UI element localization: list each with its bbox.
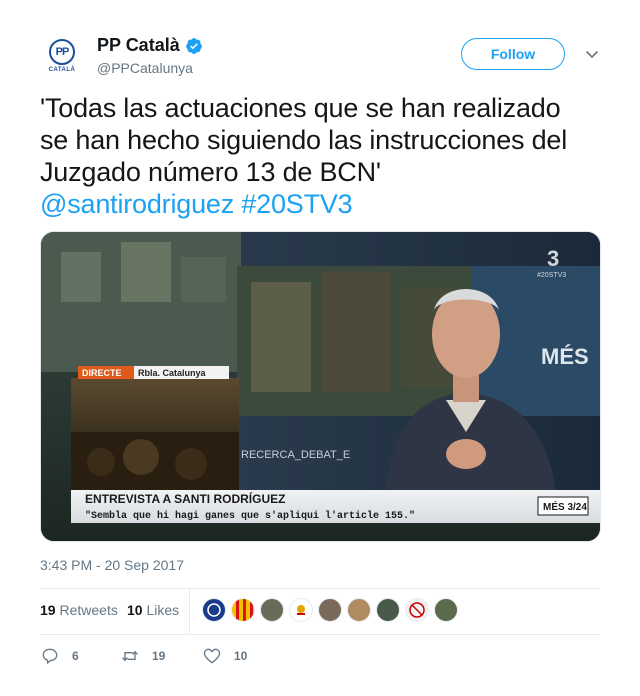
tweet-text-line: Juzgado número 13 de BCN' bbox=[40, 157, 381, 187]
heart-flag-icon bbox=[297, 605, 305, 615]
channel-tag: #20STV3 bbox=[537, 272, 566, 279]
reply-count: 6 bbox=[72, 649, 79, 663]
like-action[interactable]: 10 bbox=[202, 646, 247, 666]
like-count: 10 bbox=[234, 649, 248, 663]
reply-icon bbox=[42, 648, 58, 664]
tweet-stats: 19 Retweets 10 Likes bbox=[40, 588, 600, 634]
live-location: Rbla. Catalunya bbox=[138, 368, 207, 378]
stats-separator bbox=[189, 588, 190, 634]
mention-link[interactable]: @santirodriguez bbox=[40, 189, 234, 219]
likers-avatars bbox=[202, 598, 463, 624]
retweets-count: 19 bbox=[40, 602, 56, 618]
liker-avatar[interactable] bbox=[434, 598, 458, 622]
pp-logo-subtitle: CATALÀ bbox=[48, 67, 76, 73]
follow-button[interactable]: Follow bbox=[461, 38, 565, 70]
live-badge: DIRECTE bbox=[82, 368, 122, 378]
prohibited-icon bbox=[409, 602, 425, 618]
verified-badge-icon bbox=[185, 37, 202, 54]
liker-avatar[interactable] bbox=[289, 598, 313, 622]
liker-avatar[interactable] bbox=[260, 598, 284, 622]
tweet-timestamp[interactable]: 3:43 PM - 20 Sep 2017 bbox=[40, 557, 184, 573]
quote-text: "Sembla que hi hagi ganes que s'apliqui … bbox=[85, 510, 415, 522]
display-name-text[interactable]: PP Català bbox=[97, 35, 180, 56]
tweet-header: PP CATALÀ PP Català @PPCatalunya Follow bbox=[40, 34, 600, 78]
retweets-label: Retweets bbox=[59, 602, 118, 618]
liker-avatar[interactable] bbox=[231, 598, 255, 622]
retweet-icon bbox=[122, 650, 138, 662]
retweet-action[interactable]: 19 bbox=[120, 646, 165, 666]
tweet-text: 'Todas las actuaciones que se han realiz… bbox=[40, 92, 600, 220]
liker-avatar[interactable] bbox=[376, 598, 400, 622]
channel-logo: 3 bbox=[547, 246, 559, 271]
tweet-media-image[interactable]: MÉS DIRECTE Rbla. Catalunya RECERCA_DEBA… bbox=[40, 231, 601, 542]
likes-label: Likes bbox=[146, 602, 180, 618]
heart-icon bbox=[203, 648, 221, 664]
pp-logo-icon bbox=[207, 603, 221, 617]
liker-avatar[interactable] bbox=[347, 598, 371, 622]
likes-stat[interactable]: 10 Likes bbox=[127, 602, 179, 618]
liker-avatar[interactable] bbox=[202, 598, 226, 622]
tweet-text-line: se han hecho siguiendo las instrucciones… bbox=[40, 125, 568, 155]
pp-logo: PP bbox=[49, 39, 75, 65]
avatar[interactable]: PP CATALÀ bbox=[40, 34, 84, 78]
chevron-down-icon[interactable] bbox=[584, 46, 600, 62]
reply-action[interactable]: 6 bbox=[40, 646, 79, 666]
display-name[interactable]: PP Català bbox=[97, 35, 203, 56]
likes-count: 10 bbox=[127, 602, 143, 618]
hashtag-link[interactable]: #20STV3 bbox=[241, 189, 352, 219]
handle[interactable]: @PPCatalunya bbox=[97, 60, 203, 76]
liker-avatar[interactable] bbox=[405, 598, 429, 622]
set-text: RECERCA_DEBAT_E bbox=[241, 449, 350, 461]
retweets-stat[interactable]: 19 Retweets bbox=[40, 602, 118, 618]
tv-frame-image: MÉS DIRECTE Rbla. Catalunya RECERCA_DEBA… bbox=[41, 232, 600, 541]
account-names: PP Català @PPCatalunya bbox=[97, 35, 203, 76]
studio-text: MÉS bbox=[541, 344, 589, 369]
retweet-count: 19 bbox=[152, 649, 166, 663]
liker-avatar[interactable] bbox=[318, 598, 342, 622]
tweet-actions: 6 19 10 bbox=[40, 646, 600, 668]
headline-text: ENTREVISTA A SANTI RODRÍGUEZ bbox=[85, 491, 285, 506]
tweet-text-line: 'Todas las actuaciones que se han realiz… bbox=[40, 93, 561, 123]
divider bbox=[40, 634, 600, 635]
program-logo: MÉS 3/24 bbox=[543, 500, 587, 513]
